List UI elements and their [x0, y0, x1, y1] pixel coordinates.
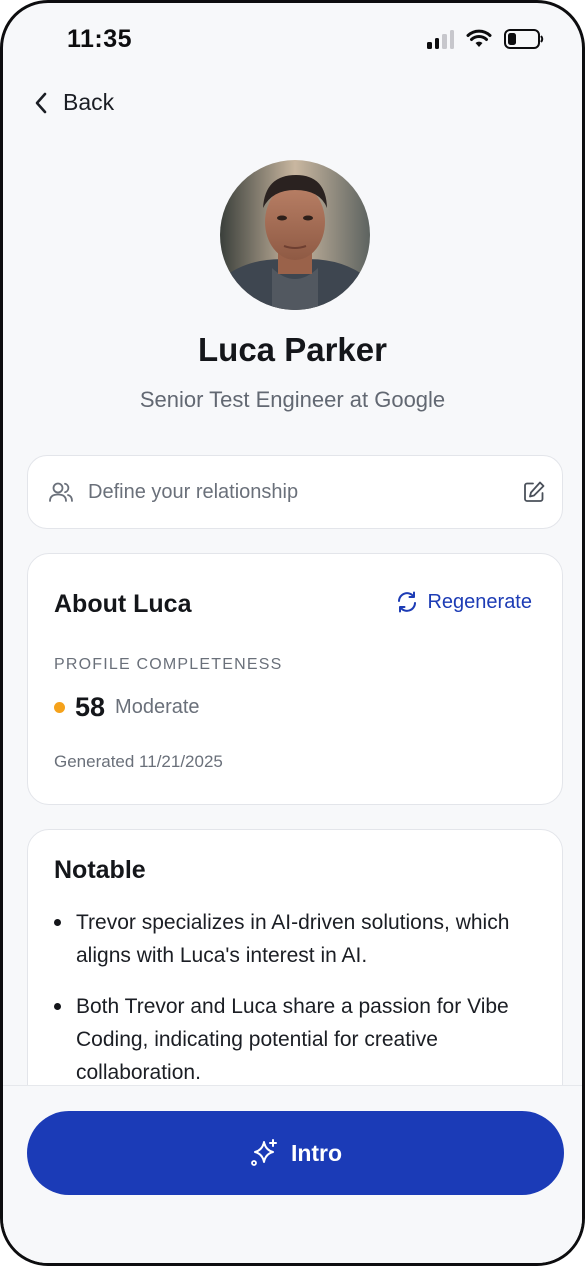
- bottom-action-bar: Intro: [3, 1085, 582, 1263]
- status-time: 11:35: [67, 25, 133, 53]
- notable-list: Trevor specializes in AI-driven solution…: [54, 906, 532, 1107]
- regenerate-button[interactable]: Regenerate: [395, 590, 532, 614]
- score-status-dot: [54, 702, 65, 713]
- about-card: About Luca Regenerate PROFILE COMPLETENE…: [27, 553, 563, 805]
- notable-item-text: Trevor specializes in AI-driven solution…: [76, 911, 510, 967]
- completeness-score: 58 Moderate: [54, 692, 200, 723]
- list-item: Both Trevor and Luca share a passion for…: [54, 990, 532, 1089]
- edit-icon[interactable]: [522, 480, 546, 504]
- regenerate-label: Regenerate: [427, 590, 532, 613]
- bullet: [54, 919, 61, 926]
- relationship-placeholder: Define your relationship: [88, 480, 299, 503]
- bullet: [54, 1003, 61, 1010]
- notable-item-text: Both Trevor and Luca share a passion for…: [76, 995, 509, 1084]
- wifi-icon: [466, 29, 492, 47]
- notable-card: Notable Trevor specializes in AI-driven …: [27, 829, 563, 1129]
- status-icons: [427, 29, 544, 49]
- score-level: Moderate: [115, 696, 200, 718]
- avatar: [220, 160, 370, 310]
- refresh-icon: [398, 591, 417, 613]
- profile-title: Senior Test Engineer at Google: [139, 387, 446, 412]
- sparkles-icon: [251, 1139, 277, 1166]
- intro-label: Intro: [290, 1139, 343, 1166]
- intro-button[interactable]: Intro: [27, 1111, 564, 1195]
- about-heading: About Luca: [54, 590, 192, 618]
- notable-heading: Notable: [54, 856, 146, 884]
- back-button[interactable]: Back: [33, 89, 114, 116]
- define-relationship-field[interactable]: Define your relationship: [27, 455, 563, 529]
- back-label: Back: [63, 89, 115, 115]
- avatar-photo: [220, 160, 370, 310]
- score-value: 58: [75, 692, 106, 722]
- phone-screen: 11:35 Back Luca Parker Senior Test Engin…: [0, 0, 585, 1266]
- chevron-left-icon: [35, 92, 47, 113]
- status-bar: 11:35: [3, 3, 582, 81]
- people-icon: [49, 482, 73, 502]
- profile-name: Luca Parker: [198, 331, 387, 368]
- generated-date: Generated 11/21/2025: [54, 752, 223, 771]
- completeness-label: PROFILE COMPLETENESS: [54, 656, 283, 673]
- battery-low-icon: [504, 29, 544, 49]
- cellular-signal-icon: [427, 29, 454, 49]
- list-item: Trevor specializes in AI-driven solution…: [54, 906, 532, 972]
